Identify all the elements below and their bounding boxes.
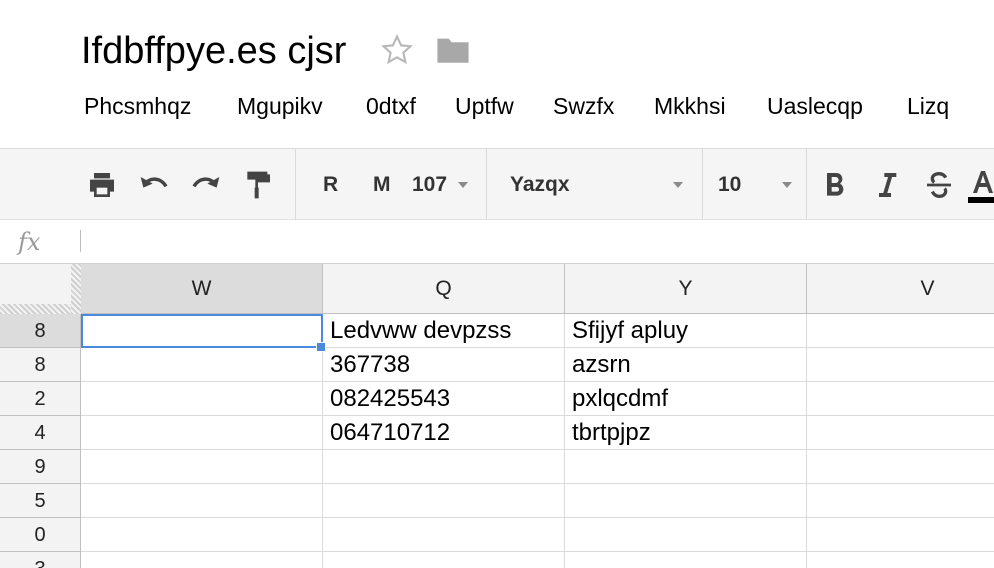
r-button[interactable]: R (323, 169, 338, 201)
italic-icon[interactable] (870, 169, 904, 201)
grid-cell[interactable] (565, 484, 807, 518)
menu-item-8[interactable]: Lizq (907, 88, 949, 124)
grid-cell[interactable] (81, 416, 323, 450)
toolbar: R M 107 Yazqx 10 (0, 148, 994, 220)
menu-item-5[interactable]: Swzfx (553, 88, 614, 124)
spreadsheet-grid: W Q Y V 8 Ledvww devpzss Sfijyf apluy 8 … (0, 264, 994, 568)
toolbar-separator (295, 149, 296, 220)
grid-cell[interactable] (807, 552, 994, 568)
fx-icon: fx (18, 228, 41, 256)
column-header-w[interactable]: W (81, 264, 323, 314)
column-header-q[interactable]: Q (323, 264, 565, 314)
grid-cell[interactable] (807, 518, 994, 552)
grid-cell[interactable] (807, 450, 994, 484)
document-title[interactable]: Ifdbffpye.es cjsr (81, 28, 346, 74)
menu-item-6[interactable]: Mkkhsi (654, 88, 726, 124)
menu-item-3[interactable]: 0dtxf (366, 88, 416, 124)
grid-cell[interactable] (565, 518, 807, 552)
grid-cell[interactable]: 082425543 (323, 382, 565, 416)
menu-item-7[interactable]: Uaslecqp (767, 88, 863, 124)
toolbar-separator (806, 149, 807, 220)
grid-cell[interactable]: Sfijyf apluy (565, 314, 807, 348)
toolbar-separator (486, 149, 487, 220)
fill-handle[interactable] (316, 342, 326, 352)
grid-cell[interactable] (323, 450, 565, 484)
grid-cell[interactable] (81, 484, 323, 518)
grid-cell[interactable] (565, 450, 807, 484)
select-all-corner[interactable] (0, 264, 81, 314)
grid-cell[interactable] (565, 552, 807, 568)
formula-input[interactable] (90, 226, 974, 258)
grid-cell[interactable] (807, 314, 994, 348)
toolbar-separator (702, 149, 703, 220)
row-header[interactable]: 5 (0, 484, 81, 518)
grid-cell[interactable]: 064710712 (323, 416, 565, 450)
row-header[interactable]: 2 (0, 382, 81, 416)
undo-icon[interactable] (137, 169, 171, 201)
chevron-down-icon[interactable] (782, 182, 792, 188)
print-icon[interactable] (85, 169, 119, 201)
frozen-row-handle[interactable] (0, 304, 81, 314)
grid-cell[interactable] (81, 450, 323, 484)
frozen-column-handle[interactable] (71, 264, 81, 314)
font-size-dropdown[interactable]: 10 (718, 169, 741, 201)
formula-bar: fx (0, 220, 994, 264)
grid-cell[interactable] (807, 416, 994, 450)
folder-icon[interactable] (436, 35, 470, 65)
m-button[interactable]: M (373, 169, 391, 201)
grid-cell[interactable] (81, 314, 323, 348)
menu-item-2[interactable]: Mgupikv (237, 88, 323, 124)
text-color-swatch (968, 197, 994, 203)
paint-format-icon[interactable] (241, 169, 275, 201)
grid-cell[interactable] (81, 552, 323, 568)
bold-icon[interactable] (818, 169, 852, 201)
grid-cell[interactable]: Ledvww devpzss (323, 314, 565, 348)
row-header[interactable]: 9 (0, 450, 81, 484)
row-header[interactable]: 4 (0, 416, 81, 450)
grid-cell[interactable] (323, 518, 565, 552)
row-header[interactable]: 8 (0, 314, 81, 348)
grid-cell[interactable] (807, 484, 994, 518)
menu-item-1[interactable]: Phcsmhqz (84, 88, 191, 124)
row-header[interactable]: 0 (0, 518, 81, 552)
grid-cell[interactable] (81, 518, 323, 552)
grid-cell[interactable]: pxlqcdmf (565, 382, 807, 416)
redo-icon[interactable] (189, 169, 223, 201)
chevron-down-icon[interactable] (673, 182, 683, 188)
formula-separator (80, 230, 81, 252)
grid-cell[interactable]: azsrn (565, 348, 807, 382)
grid-cell[interactable]: tbrtpjpz (565, 416, 807, 450)
grid-cell[interactable] (323, 484, 565, 518)
menu-bar: Phcsmhqz Mgupikv 0dtxf Uptfw Swzfx Mkkhs… (0, 88, 994, 124)
grid-cell[interactable] (323, 552, 565, 568)
column-header-y[interactable]: Y (565, 264, 807, 314)
chevron-down-icon[interactable] (458, 182, 468, 188)
row-header[interactable]: 8 (0, 348, 81, 382)
menu-item-4[interactable]: Uptfw (455, 88, 514, 124)
star-icon[interactable] (380, 33, 414, 67)
column-header-v[interactable]: V (807, 264, 994, 314)
grid-cell[interactable]: 367738 (323, 348, 565, 382)
font-family-dropdown[interactable]: Yazqx (510, 169, 570, 201)
row-header[interactable]: 3 (0, 552, 81, 568)
grid-cell[interactable] (81, 382, 323, 416)
grid-cell[interactable] (81, 348, 323, 382)
grid-cell[interactable] (807, 348, 994, 382)
zoom-dropdown[interactable]: 107 (412, 169, 447, 201)
grid-cell[interactable] (807, 382, 994, 416)
strikethrough-icon[interactable] (922, 169, 956, 201)
